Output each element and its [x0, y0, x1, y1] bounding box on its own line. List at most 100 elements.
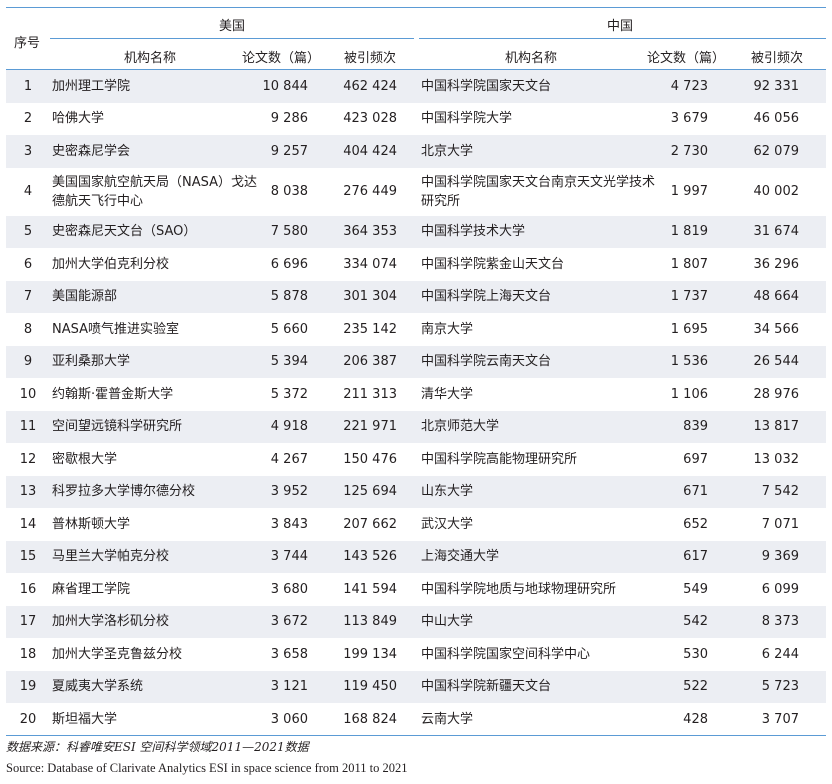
cn-citation-count: 26 544: [753, 354, 800, 370]
header-cn-citations: 被引频次: [751, 51, 804, 66]
cn-citation-count: 31 674: [753, 224, 800, 240]
header-us: 美国: [219, 19, 246, 34]
table-row: 12 密歇根大学 4 267 150 476 中国科学院高能物理研究所 697 13 032: [6, 443, 826, 476]
us-institution-name: 哈佛大学: [52, 111, 105, 127]
cn-paper-count: 839: [683, 419, 708, 435]
cn-paper-count: 1 695: [670, 321, 708, 337]
cn-institution-name: 清华大学: [421, 386, 474, 402]
cn-citation-count: 28 976: [753, 386, 800, 402]
us-paper-count: 5 878: [270, 289, 308, 305]
cn-institution-name: 北京大学: [421, 143, 474, 159]
us-citation-count: 207 662: [343, 516, 397, 532]
row-index: 3: [23, 143, 33, 159]
table-bottom-rule: [6, 735, 826, 736]
us-paper-count: 10 844: [262, 78, 309, 94]
cn-paper-count: 652: [683, 516, 708, 532]
cn-institution-name: 北京师范大学: [421, 419, 500, 435]
cn-citation-count: 13 032: [753, 451, 800, 467]
header-us-papers: 论文数（篇）: [242, 51, 321, 66]
cn-paper-count: 1 997: [670, 184, 708, 199]
row-index: 18: [19, 646, 37, 662]
row-index: 19: [19, 679, 37, 695]
us-citation-count: 141 594: [343, 581, 397, 597]
us-citation-count: 199 134: [343, 646, 397, 662]
cn-paper-count: 3 679: [670, 111, 708, 127]
us-institution-name: 密歇根大学: [52, 451, 118, 467]
header-index: 序号: [14, 36, 41, 51]
us-paper-count: 3 121: [270, 679, 308, 695]
row-index: 7: [23, 289, 33, 305]
table-row: 16 麻省理工学院 3 680 141 594 中国科学院地质与地球物理研究所 549 6 …: [6, 573, 826, 606]
us-paper-count: 5 660: [270, 321, 308, 337]
us-paper-count: 8 038: [270, 184, 308, 199]
cn-institution-name: 中国科学院国家空间科学中心: [421, 646, 591, 662]
table-row: 18 加州大学圣克鲁兹分校 3 658 199 134 中国科学院国家空间科学中心 530…: [6, 638, 826, 671]
header-us-institution: 机构名称: [124, 51, 177, 66]
us-citation-count: 301 304: [343, 289, 397, 305]
us-paper-count: 7 580: [270, 224, 308, 240]
cn-citation-count: 3 707: [761, 711, 799, 727]
us-paper-count: 3 843: [270, 516, 308, 532]
header-cn-rule: [419, 38, 826, 39]
cn-paper-count: 542: [683, 614, 708, 630]
cn-citation-count: 13 817: [753, 419, 800, 435]
us-citation-count: 113 849: [343, 614, 397, 630]
row-index: 4: [23, 184, 33, 199]
us-citation-count: 211 313: [343, 386, 397, 402]
us-institution-name: 普林斯顿大学: [52, 516, 131, 532]
us-paper-count: 3 658: [270, 646, 308, 662]
header-cn: 中国: [607, 19, 634, 34]
row-index: 10: [19, 386, 37, 402]
us-citation-count: 334 074: [343, 256, 397, 272]
cn-citation-count: 46 056: [753, 111, 800, 127]
row-index: 17: [19, 614, 37, 630]
row-index: 16: [19, 581, 37, 597]
cn-institution-name: 中山大学: [421, 614, 474, 630]
us-paper-count: 3 672: [270, 614, 308, 630]
us-paper-count: 3 060: [270, 711, 308, 727]
table-row: 6 加州大学伯克利分校 6 696 334 074 中国科学院紫金山天文台 1 807 36…: [6, 248, 826, 281]
row-index: 5: [23, 224, 33, 240]
header-us-citations: 被引频次: [344, 51, 397, 66]
table-row: 17 加州大学洛杉矶分校 3 672 113 849 中山大学 542 8 373: [6, 605, 826, 638]
us-institution-name: NASA喷气推进实验室: [52, 321, 180, 337]
row-index: 13: [19, 484, 37, 500]
us-institution-name: 加州理工学院: [52, 78, 131, 94]
cn-paper-count: 530: [683, 646, 708, 662]
us-citation-count: 235 142: [343, 321, 397, 337]
table-row: 1 加州理工学院 10 844 462 424 中国科学院国家天文台 4 723 92 33…: [6, 70, 826, 103]
cn-paper-count: 1 807: [670, 256, 708, 272]
cn-citation-count: 7 542: [761, 484, 799, 500]
us-institution-name: 亚利桑那大学: [52, 354, 131, 370]
cn-paper-count: 671: [683, 484, 708, 500]
cn-paper-count: 2 730: [670, 143, 708, 159]
cn-institution-name: 中国科学院国家天文台: [421, 78, 552, 94]
us-paper-count: 9 286: [270, 111, 308, 127]
table-row: 11 空间望远镜科学研究所 4 918 221 971 北京师范大学 839 13 817: [6, 410, 826, 443]
cn-citation-count: 5 723: [761, 679, 799, 695]
cn-institution-name: 上海交通大学: [421, 549, 500, 565]
cn-paper-count: 617: [683, 549, 708, 565]
us-paper-count: 5 394: [270, 354, 308, 370]
cn-citation-count: 6 244: [761, 646, 799, 662]
us-citation-count: 423 028: [343, 111, 397, 127]
us-citation-count: 364 353: [343, 224, 397, 240]
cn-paper-count: 1 536: [670, 354, 708, 370]
row-index: 20: [19, 711, 37, 727]
us-citation-count: 125 694: [343, 484, 397, 500]
cn-citation-count: 62 079: [753, 143, 800, 159]
row-index: 1: [23, 78, 33, 94]
us-citation-count: 404 424: [343, 143, 397, 159]
table-row: 14 普林斯顿大学 3 843 207 662 武汉大学 652 7 071: [6, 508, 826, 541]
us-institution-name: 加州大学伯克利分校: [52, 256, 170, 272]
table-row: 2 哈佛大学 9 286 423 028 中国科学院大学 3 679 46 056: [6, 103, 826, 136]
row-index: 11: [19, 419, 37, 435]
table-row: 8 NASA喷气推进实验室 5 660 235 142 南京大学 1 695 34 566: [6, 313, 826, 346]
us-citation-count: 143 526: [343, 549, 397, 565]
us-institution-name: 马里兰大学帕克分校: [52, 549, 170, 565]
row-index: 14: [19, 516, 37, 532]
table-row: 3 史密森尼学会 9 257 404 424 北京大学 2 730 62 079: [6, 135, 826, 168]
us-paper-count: 5 372: [270, 386, 308, 402]
cn-citation-count: 6 099: [761, 581, 799, 597]
source-note-en: Source: Database of Clarivate Analytics …: [6, 761, 408, 775]
